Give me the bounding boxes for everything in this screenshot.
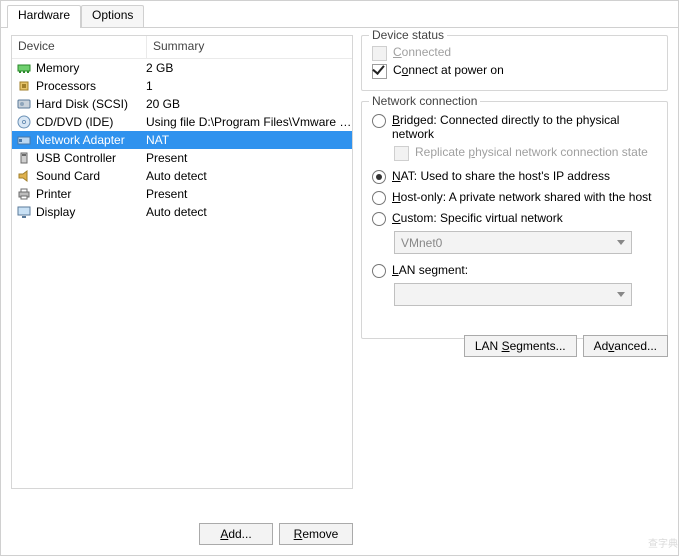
row-device-label: Processors [36, 79, 96, 93]
table-row[interactable]: Hard Disk (SCSI) 20 GB [12, 95, 352, 113]
tab-hardware[interactable]: Hardware [7, 5, 81, 27]
table-row[interactable]: Display Auto detect [12, 203, 352, 221]
connect-power-checkbox-row[interactable]: Connect at power on [372, 62, 657, 80]
tab-bar: Hardware Options [1, 1, 678, 28]
row-device-cell: Printer [12, 186, 142, 202]
row-device-label: Network Adapter [36, 133, 125, 147]
connected-checkbox [372, 46, 387, 61]
printer-icon [16, 186, 32, 202]
lan-radio[interactable] [372, 264, 386, 278]
device-table[interactable]: Device Summary Memory 2 GB Processors 1 Hard… [11, 35, 353, 489]
table-row[interactable]: Printer Present [12, 185, 352, 203]
row-summary-cell: NAT [142, 133, 352, 147]
row-device-label: Display [36, 205, 75, 219]
row-device-cell: CD/DVD (IDE) [12, 114, 142, 130]
advanced-button[interactable]: Advanced... [583, 335, 668, 357]
left-button-bar: Add... Remove [199, 523, 353, 545]
custom-radio-row[interactable]: Custom: Specific virtual network [372, 210, 657, 227]
row-summary-cell: Auto detect [142, 169, 352, 183]
nat-label: NAT: Used to share the host's IP address [392, 169, 610, 183]
row-summary-cell: Present [142, 151, 352, 165]
content-area: Device Summary Memory 2 GB Processors 1 Hard… [1, 27, 678, 555]
custom-label: Custom: Specific virtual network [392, 211, 563, 225]
custom-network-value: VMnet0 [401, 236, 442, 250]
lan-segment-select-wrap [372, 283, 657, 306]
lan-segment-select [394, 283, 632, 306]
add-button[interactable]: Add... [199, 523, 273, 545]
row-device-label: CD/DVD (IDE) [36, 115, 113, 129]
tab-options-label: Options [92, 8, 133, 22]
replicate-checkbox [394, 146, 409, 161]
row-device-cell: Display [12, 204, 142, 220]
nic-icon [16, 132, 32, 148]
bridged-radio-row[interactable]: Bridged: Connected directly to the physi… [372, 112, 657, 142]
cpu-icon [16, 78, 32, 94]
connected-checkbox-row: Connected [372, 44, 657, 62]
lan-radio-row[interactable]: LAN segment: [372, 262, 657, 279]
row-device-label: Memory [36, 61, 79, 75]
chevron-down-icon [617, 240, 625, 245]
table-row[interactable]: CD/DVD (IDE) Using file D:\Program Files\… [12, 113, 352, 131]
replicate-label: Replicate physical network connection st… [415, 145, 648, 159]
lan-label: LAN segment: [392, 263, 468, 277]
bridged-label: Bridged: Connected directly to the physi… [392, 113, 657, 141]
table-row[interactable]: Processors 1 [12, 77, 352, 95]
display-icon [16, 204, 32, 220]
tab-hardware-label: Hardware [18, 8, 70, 22]
custom-network-select: VMnet0 [394, 231, 632, 254]
table-row[interactable]: Memory 2 GB [12, 59, 352, 77]
device-status-legend: Device status [369, 28, 447, 42]
lan-segments-button[interactable]: LAN Segments... [464, 335, 577, 357]
network-connection-legend: Network connection [369, 94, 480, 108]
row-device-label: Printer [36, 187, 71, 201]
row-device-cell: Memory [12, 60, 142, 76]
vm-settings-dialog: Hardware Options Device Summary Memory 2 … [0, 0, 679, 556]
row-device-label: Hard Disk (SCSI) [36, 97, 128, 111]
hdd-icon [16, 96, 32, 112]
row-summary-cell: 1 [142, 79, 352, 93]
connected-label: Connected [393, 45, 451, 59]
row-device-label: USB Controller [36, 151, 116, 165]
network-connection-group: Network connection Bridged: Connected di… [361, 101, 668, 339]
custom-network-select-wrap: VMnet0 [372, 231, 657, 254]
row-device-label: Sound Card [36, 169, 100, 183]
table-row[interactable]: Sound Card Auto detect [12, 167, 352, 185]
bridged-radio[interactable] [372, 114, 386, 128]
row-device-cell: Processors [12, 78, 142, 94]
device-list-pane: Device Summary Memory 2 GB Processors 1 Hard… [11, 35, 353, 545]
nat-radio[interactable] [372, 170, 386, 184]
tab-options[interactable]: Options [81, 5, 144, 27]
row-summary-cell: Using file D:\Program Files\Vmware Wo... [142, 115, 352, 129]
memory-icon [16, 60, 32, 76]
custom-radio[interactable] [372, 212, 386, 226]
hostonly-radio[interactable] [372, 191, 386, 205]
row-summary-cell: Auto detect [142, 205, 352, 219]
remove-button[interactable]: Remove [279, 523, 353, 545]
connect-power-checkbox[interactable] [372, 64, 387, 79]
row-device-cell: Hard Disk (SCSI) [12, 96, 142, 112]
row-summary-cell: 20 GB [142, 97, 352, 111]
row-summary-cell: 2 GB [142, 61, 352, 75]
cd-icon [16, 114, 32, 130]
right-button-bar: LAN Segments... Advanced... [464, 335, 668, 357]
usb-icon [16, 150, 32, 166]
row-summary-cell: Present [142, 187, 352, 201]
table-row[interactable]: USB Controller Present [12, 149, 352, 167]
row-device-cell: Sound Card [12, 168, 142, 184]
replicate-checkbox-row: Replicate physical network connection st… [372, 144, 657, 162]
connect-power-label: Connect at power on [393, 63, 504, 77]
settings-pane: Device status Connected Connect at power… [361, 35, 668, 545]
sound-icon [16, 168, 32, 184]
nat-radio-row[interactable]: NAT: Used to share the host's IP address [372, 168, 657, 185]
chevron-down-icon [617, 292, 625, 297]
device-status-group: Device status Connected Connect at power… [361, 35, 668, 91]
table-header: Device Summary [12, 36, 352, 59]
row-device-cell: Network Adapter [12, 132, 142, 148]
hostonly-label: Host-only: A private network shared with… [392, 190, 651, 204]
row-device-cell: USB Controller [12, 150, 142, 166]
col-header-device[interactable]: Device [12, 36, 147, 58]
hostonly-radio-row[interactable]: Host-only: A private network shared with… [372, 189, 657, 206]
table-row[interactable]: Network Adapter NAT [12, 131, 352, 149]
col-header-summary[interactable]: Summary [147, 36, 352, 58]
